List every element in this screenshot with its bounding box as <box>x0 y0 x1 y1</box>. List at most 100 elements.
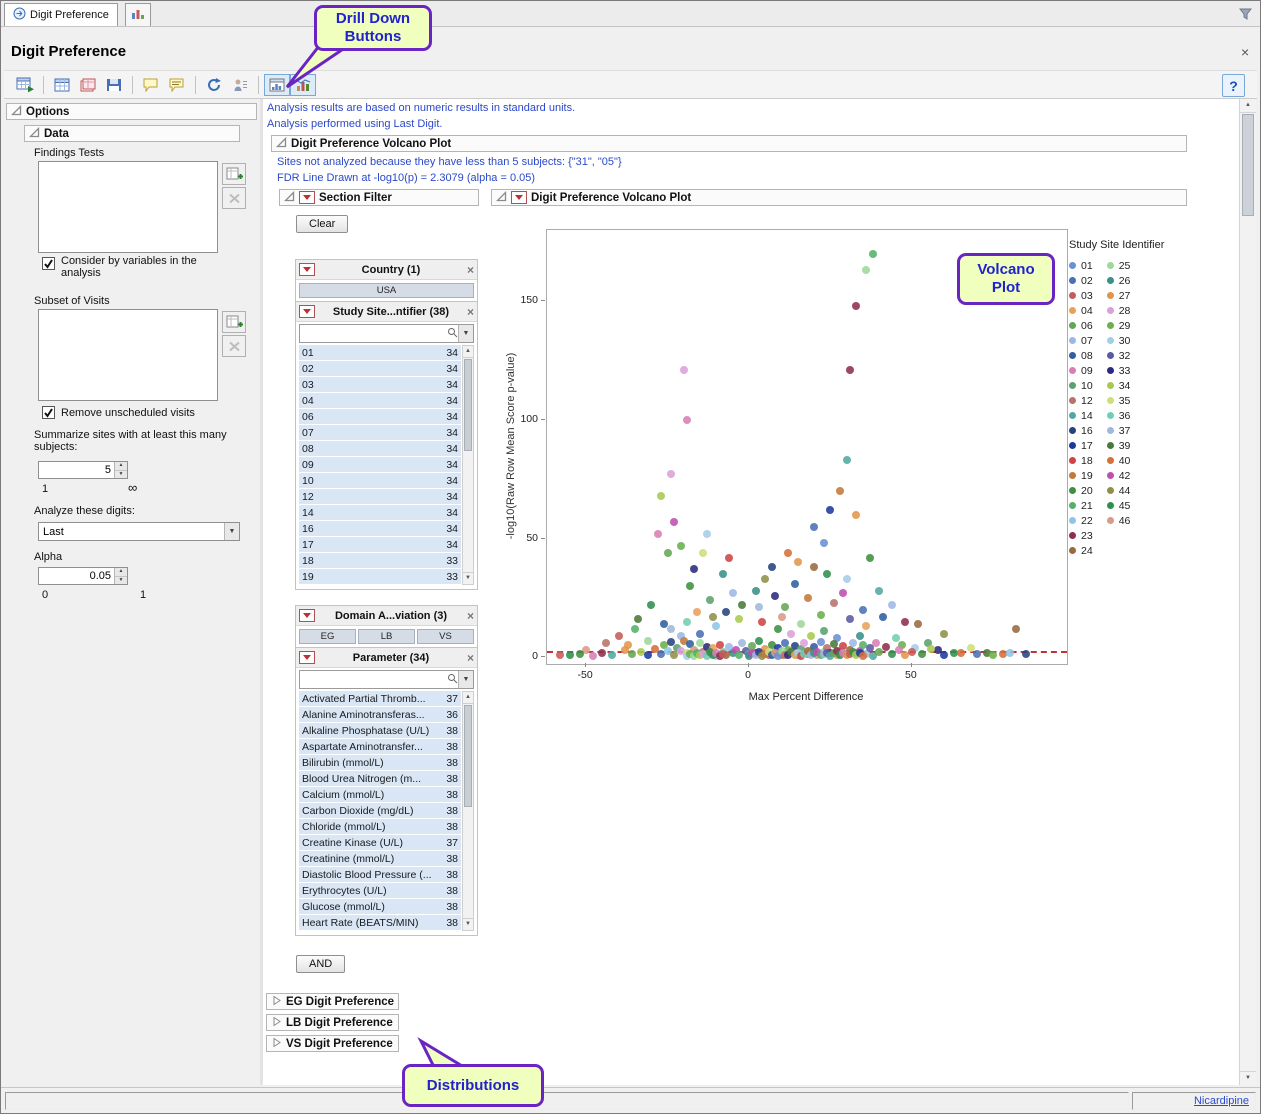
and-button[interactable]: AND <box>296 955 345 973</box>
data-point[interactable] <box>631 625 639 633</box>
site-list-scrollbar[interactable]: ▲ ▼ <box>462 345 474 585</box>
outline-section-filter[interactable]: Section Filter <box>279 189 479 206</box>
data-point[interactable] <box>940 651 948 659</box>
country-option-usa[interactable]: USA <box>299 283 474 298</box>
consider-by-variables-checkbox[interactable] <box>42 257 55 270</box>
data-point[interactable] <box>843 456 851 464</box>
disclosure-open-icon[interactable] <box>11 105 22 119</box>
reload-icon[interactable] <box>201 74 227 96</box>
scrollbar-thumb[interactable] <box>464 705 472 807</box>
close-icon[interactable]: × <box>1241 44 1249 60</box>
data-point[interactable] <box>686 582 694 590</box>
scrollbar-thumb[interactable] <box>464 359 472 451</box>
legend-item[interactable]: 19 <box>1069 468 1093 483</box>
site-filter-row[interactable]: 0634 <box>299 409 461 424</box>
data-point[interactable] <box>755 637 763 645</box>
site-filter-row[interactable]: 0234 <box>299 361 461 376</box>
data-point[interactable] <box>699 549 707 557</box>
data-point[interactable] <box>866 554 874 562</box>
legend-item[interactable]: 23 <box>1069 528 1093 543</box>
tab-chart[interactable] <box>125 3 151 26</box>
legend-item[interactable]: 16 <box>1069 423 1093 438</box>
parameter-filter-row[interactable]: Creatine Kinase (U/L)37 <box>299 835 461 850</box>
site-filter-row[interactable]: 1933 <box>299 569 461 584</box>
legend-item[interactable]: 21 <box>1069 498 1093 513</box>
data-point[interactable] <box>846 615 854 623</box>
data-point[interactable] <box>901 618 909 626</box>
remove-unscheduled-checkbox[interactable] <box>42 406 55 419</box>
data-point[interactable] <box>839 589 847 597</box>
data-point[interactable] <box>807 632 815 640</box>
data-point[interactable] <box>989 651 997 659</box>
data-point[interactable] <box>615 632 623 640</box>
data-point[interactable] <box>830 599 838 607</box>
data-point[interactable] <box>804 594 812 602</box>
legend-item[interactable]: 46 <box>1107 513 1131 528</box>
close-icon[interactable]: × <box>467 609 474 623</box>
distribution-drilldown-icon[interactable] <box>264 74 290 96</box>
dataset-link[interactable]: Nicardipine <box>1194 1095 1249 1107</box>
close-icon[interactable]: × <box>467 305 474 319</box>
chevron-down-icon[interactable]: ▼ <box>458 671 473 688</box>
disclosure-open-icon[interactable] <box>284 191 295 205</box>
legend-item[interactable]: 40 <box>1107 453 1131 468</box>
legend-item[interactable]: 12 <box>1069 393 1093 408</box>
red-triangle-menu-icon[interactable] <box>299 609 315 622</box>
data-point[interactable] <box>781 639 789 647</box>
findings-tests-listbox[interactable] <box>38 161 218 253</box>
legend-item[interactable]: 45 <box>1107 498 1131 513</box>
data-point[interactable] <box>787 630 795 638</box>
journal-icon[interactable] <box>75 74 101 96</box>
scroll-up-icon[interactable]: ▲ <box>463 692 473 704</box>
legend-item[interactable]: 01 <box>1069 258 1093 273</box>
data-point[interactable] <box>862 622 870 630</box>
red-triangle-menu-icon[interactable] <box>299 305 315 318</box>
data-point[interactable] <box>719 570 727 578</box>
data-point[interactable] <box>888 601 896 609</box>
scroll-down-icon[interactable]: ▼ <box>463 918 473 930</box>
legend-item[interactable]: 33 <box>1107 363 1131 378</box>
outline-volcano-section[interactable]: Digit Preference Volcano Plot <box>271 135 1187 152</box>
data-point[interactable] <box>644 651 652 659</box>
data-point[interactable] <box>722 608 730 616</box>
spinner-arrows[interactable]: ▲▼ <box>114 568 127 584</box>
bar-chart-drilldown-icon[interactable] <box>290 74 316 96</box>
subjects-spinner[interactable]: ▲▼ <box>38 461 128 479</box>
legend-item[interactable]: 10 <box>1069 378 1093 393</box>
red-triangle-menu-icon[interactable] <box>299 263 315 276</box>
data-point[interactable] <box>940 630 948 638</box>
parameter-filter-row[interactable]: Calcium (mmol/L)38 <box>299 787 461 802</box>
save-script-icon[interactable] <box>101 74 127 96</box>
spinner-arrows[interactable]: ▲▼ <box>114 462 127 478</box>
parameter-search-input[interactable] <box>300 674 447 686</box>
data-point[interactable] <box>862 266 870 274</box>
red-triangle-menu-icon[interactable] <box>299 191 315 204</box>
legend-item[interactable]: 39 <box>1107 438 1131 453</box>
data-point[interactable] <box>680 366 688 374</box>
data-point[interactable] <box>918 650 926 658</box>
legend-item[interactable]: 25 <box>1107 258 1131 273</box>
outline-lb-digit-preference[interactable]: LB Digit Preference <box>266 1014 399 1031</box>
site-filter-row[interactable]: 1734 <box>299 537 461 552</box>
data-point[interactable] <box>791 580 799 588</box>
disclosure-closed-icon[interactable] <box>271 1016 282 1030</box>
legend-item[interactable]: 02 <box>1069 273 1093 288</box>
data-point[interactable] <box>879 613 887 621</box>
data-point[interactable] <box>738 601 746 609</box>
site-filter-row[interactable]: 0734 <box>299 425 461 440</box>
subset-of-visits-listbox[interactable] <box>38 309 218 401</box>
legend-item[interactable]: 08 <box>1069 348 1093 363</box>
parameter-filter-row[interactable]: Carbon Dioxide (mg/dL)38 <box>299 803 461 818</box>
alpha-spinner[interactable]: ▲▼ <box>38 567 128 585</box>
data-point[interactable] <box>784 549 792 557</box>
site-filter-row[interactable]: 1434 <box>299 505 461 520</box>
data-point[interactable] <box>628 650 636 658</box>
data-point[interactable] <box>703 530 711 538</box>
clear-button[interactable]: Clear <box>296 215 348 233</box>
data-point[interactable] <box>794 558 802 566</box>
data-point[interactable] <box>598 649 606 657</box>
data-point[interactable] <box>859 652 867 660</box>
outline-vs-digit-preference[interactable]: VS Digit Preference <box>266 1035 399 1052</box>
data-table-icon[interactable] <box>49 74 75 96</box>
outline-options[interactable]: Options <box>6 103 257 120</box>
